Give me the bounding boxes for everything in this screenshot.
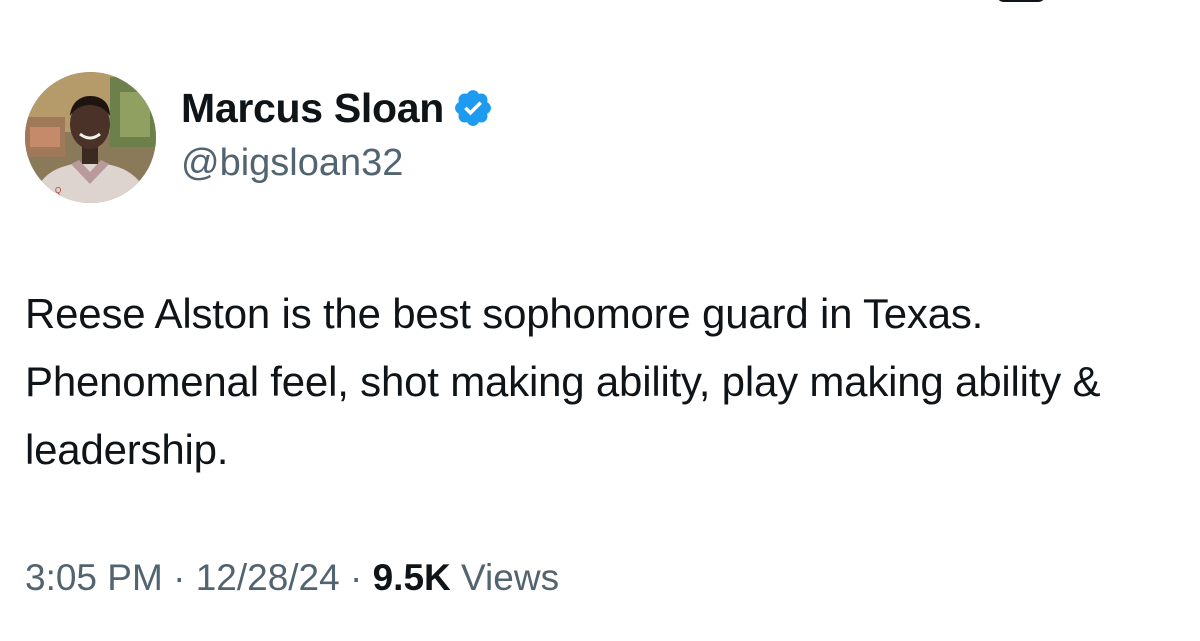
svg-text:Q: Q: [55, 186, 61, 195]
tweet-header: Q Marcus Sloan @bigsloan32: [25, 72, 494, 203]
avatar[interactable]: Q: [25, 72, 156, 203]
name-row: Marcus Sloan: [181, 83, 494, 133]
views-label: Views: [461, 557, 560, 598]
display-name[interactable]: Marcus Sloan: [181, 83, 444, 133]
views-count[interactable]: 9.5K: [373, 557, 451, 598]
meta-separator: ·: [350, 557, 363, 598]
handle[interactable]: @bigsloan32: [181, 139, 494, 187]
tweet-meta: 3:05 PM · 12/28/24 · 9.5K Views: [25, 554, 559, 602]
tweet-time[interactable]: 3:05 PM: [25, 557, 163, 598]
verified-badge-icon[interactable]: [452, 87, 494, 129]
tweet-text: Reese Alston is the best sophomore guard…: [25, 290, 1101, 473]
partially-visible-icon[interactable]: [996, 0, 1046, 2]
author-names: Marcus Sloan @bigsloan32: [181, 83, 494, 187]
meta-separator: ·: [173, 557, 186, 598]
avatar-photo: Q: [25, 72, 156, 203]
tweet-date[interactable]: 12/28/24: [196, 557, 340, 598]
